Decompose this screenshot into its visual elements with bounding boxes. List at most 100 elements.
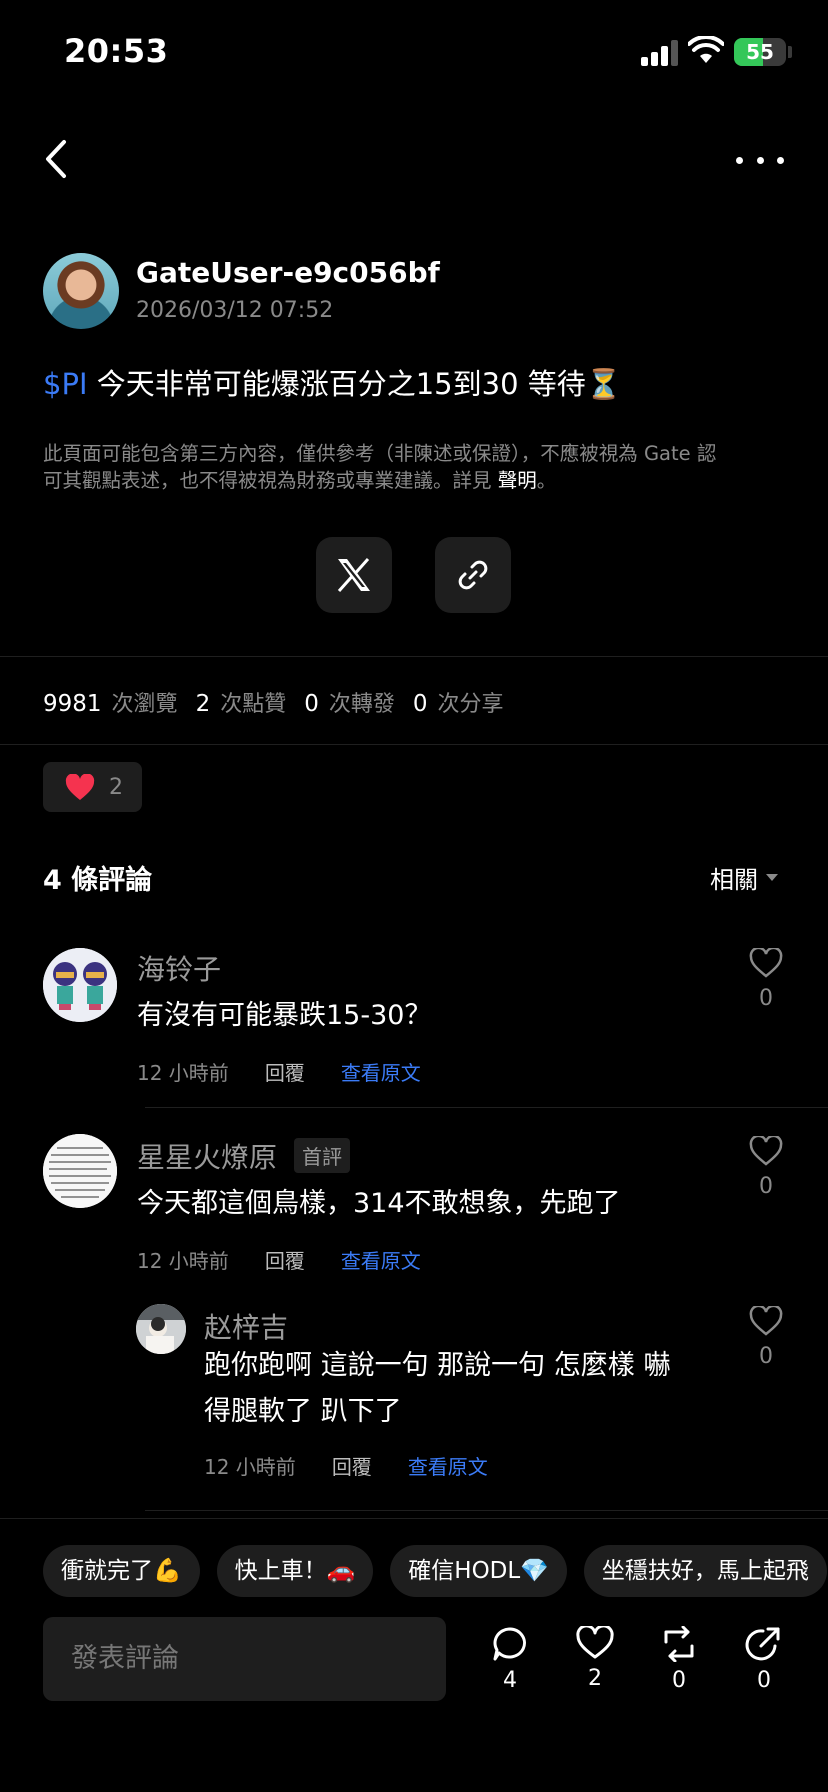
reply-button[interactable]: 回覆 bbox=[265, 1245, 305, 1274]
divider bbox=[145, 1510, 828, 1511]
heart-outline-icon bbox=[749, 946, 783, 978]
sort-dropdown[interactable]: 相關 bbox=[710, 860, 778, 895]
reply-button[interactable]: 回覆 bbox=[265, 1057, 305, 1086]
first-comment-badge: 首評 bbox=[294, 1138, 350, 1173]
disclaimer-link[interactable]: 聲明 bbox=[498, 469, 537, 492]
comment-avatar[interactable] bbox=[43, 1134, 117, 1208]
battery-indicator: 55 bbox=[734, 38, 786, 66]
shares-count: 0 bbox=[412, 691, 428, 717]
likes-label: 次點贊 bbox=[220, 692, 287, 717]
comment-author[interactable]: 星星火燎原 bbox=[137, 1136, 277, 1176]
heart-outline-icon bbox=[749, 1134, 783, 1166]
cellular-signal-icon bbox=[641, 40, 679, 66]
quick-reply-chip[interactable]: 衝就完了💪 bbox=[43, 1545, 200, 1597]
divider bbox=[0, 656, 828, 657]
copy-link-button[interactable] bbox=[435, 537, 511, 613]
reposts-label: 次轉發 bbox=[328, 692, 395, 717]
comments-count: 4 bbox=[503, 1668, 517, 1693]
share-button[interactable]: 0 bbox=[734, 1626, 794, 1693]
repost-icon bbox=[664, 1626, 694, 1662]
link-icon bbox=[458, 560, 488, 590]
battery-level: 55 bbox=[746, 40, 774, 64]
like-button[interactable]: 2 bbox=[565, 1626, 625, 1691]
heart-outline-icon bbox=[576, 1626, 614, 1659]
views-count: 9981 bbox=[43, 691, 102, 717]
comment-text-line: 跑你跑啊 這說一句 那說一句 怎麼樣 嚇 bbox=[204, 1350, 671, 1381]
comments-count-title: 4 條評論 bbox=[43, 865, 153, 896]
avatar-image bbox=[43, 948, 117, 1022]
comment-text: 今天都這個鳥樣，314不敢想象，先跑了 bbox=[137, 1188, 621, 1219]
post-body: 今天非常可能爆涨百分之15到30 等待⏳ bbox=[87, 367, 622, 401]
views-label: 次瀏覽 bbox=[111, 692, 178, 717]
wifi-icon bbox=[688, 36, 724, 63]
post-content: $PI 今天非常可能爆涨百分之15到30 等待⏳ bbox=[43, 364, 622, 404]
divider bbox=[145, 1107, 828, 1108]
disclaimer-text: 可其觀點表述，也不得被視為財務或專業建議。詳見 bbox=[43, 469, 498, 492]
share-x-button[interactable] bbox=[316, 537, 392, 613]
comment-meta: 12 小時前 回覆 查看原文 bbox=[137, 1245, 421, 1274]
comment-meta: 12 小時前 回覆 查看原文 bbox=[137, 1057, 421, 1086]
comment-time: 12 小時前 bbox=[137, 1249, 229, 1273]
reposts-count: 0 bbox=[672, 1668, 686, 1693]
comment-time: 12 小時前 bbox=[204, 1455, 296, 1479]
comment-time: 12 小時前 bbox=[137, 1061, 229, 1085]
heart-outline-icon bbox=[749, 1304, 783, 1336]
chevron-left-icon bbox=[46, 140, 66, 178]
author-name[interactable]: GateUser-e9c056bf bbox=[136, 256, 440, 289]
quick-reply-chip[interactable]: 坐穩扶好，馬上起飛 bbox=[583, 1545, 827, 1597]
x-logo-icon bbox=[337, 558, 370, 592]
status-time: 20:53 bbox=[64, 32, 169, 70]
heart-filled-icon bbox=[65, 773, 95, 800]
comment-author[interactable]: 海铃子 bbox=[137, 948, 221, 988]
view-original-link[interactable]: 查看原文 bbox=[341, 1057, 421, 1086]
more-options-button[interactable] bbox=[736, 140, 784, 180]
reaction-heart-chip[interactable]: 2 bbox=[43, 762, 142, 812]
disclaimer-line: 此頁面可能包含第三方內容，僅供參考（非陳述或保證），不應被視為 Gate 認 bbox=[43, 442, 717, 465]
quick-reply-chips: 衝就完了💪 快上車！🚗 確信HODL💎 坐穩扶好，馬上起飛 bbox=[43, 1545, 828, 1597]
comment-like-count: 0 bbox=[759, 986, 773, 1011]
quick-reply-chip[interactable]: 快上車！🚗 bbox=[216, 1545, 374, 1597]
comment-like-button[interactable]: 0 bbox=[746, 946, 786, 1011]
more-dot-icon bbox=[736, 156, 743, 164]
status-bar: 20:53 55 bbox=[0, 0, 828, 100]
disclaimer-line: 可其觀點表述，也不得被視為財務或專業建議。詳見 聲明。 bbox=[43, 467, 788, 494]
more-dot-icon bbox=[756, 156, 764, 164]
author-avatar[interactable] bbox=[43, 253, 119, 329]
reply-button[interactable]: 回覆 bbox=[332, 1451, 372, 1480]
disclaimer: 此頁面可能包含第三方內容，僅供參考（非陳述或保證），不應被視為 Gate 認 可… bbox=[43, 440, 788, 494]
view-original-link[interactable]: 查看原文 bbox=[341, 1245, 421, 1274]
post-stats: 9981 次瀏覽 2 次點贊 0 次轉發 0 次分享 bbox=[43, 686, 522, 718]
post-timestamp: 2026/03/12 07:52 bbox=[136, 298, 334, 323]
more-dot-icon bbox=[777, 156, 784, 164]
quick-reply-chip[interactable]: 確信HODL💎 bbox=[390, 1545, 567, 1597]
comment-avatar[interactable] bbox=[43, 948, 117, 1022]
comment-bubble-icon bbox=[493, 1627, 526, 1661]
sort-label: 相關 bbox=[710, 866, 758, 894]
comment-like-button[interactable]: 0 bbox=[746, 1134, 786, 1199]
reaction-count: 2 bbox=[109, 774, 123, 800]
disclaimer-end: 。 bbox=[536, 469, 557, 492]
comment-author[interactable]: 赵梓吉 bbox=[204, 1306, 288, 1346]
comment-meta: 12 小時前 回覆 查看原文 bbox=[204, 1451, 488, 1480]
comment-like-count: 0 bbox=[759, 1174, 773, 1199]
comment-text: 跑你跑啊 這說一句 那說一句 怎麼樣 嚇 得腿軟了 趴下了 bbox=[204, 1343, 670, 1435]
comment-text: 有沒有可能暴跌15-30？ bbox=[137, 1000, 432, 1031]
comments-button[interactable]: 4 bbox=[480, 1626, 540, 1693]
back-button[interactable] bbox=[38, 136, 78, 182]
comment-text-line: 得腿軟了 趴下了 bbox=[204, 1396, 402, 1427]
view-original-link[interactable]: 查看原文 bbox=[408, 1451, 488, 1480]
caret-down-icon bbox=[766, 874, 778, 881]
battery-tip bbox=[788, 46, 792, 58]
ticker-link[interactable]: $PI bbox=[43, 367, 88, 401]
divider bbox=[0, 744, 828, 745]
comment-like-button[interactable]: 0 bbox=[746, 1304, 786, 1369]
reposts-count: 0 bbox=[304, 691, 319, 717]
reply-avatar[interactable] bbox=[136, 1304, 186, 1354]
avatar-image bbox=[136, 1304, 186, 1354]
share-icon bbox=[745, 1627, 780, 1661]
comment-input[interactable]: 發表評論 bbox=[43, 1617, 446, 1701]
likes-count: 2 bbox=[195, 691, 211, 717]
likes-count: 2 bbox=[588, 1666, 602, 1691]
shares-count: 0 bbox=[757, 1668, 771, 1693]
repost-button[interactable]: 0 bbox=[649, 1626, 709, 1693]
